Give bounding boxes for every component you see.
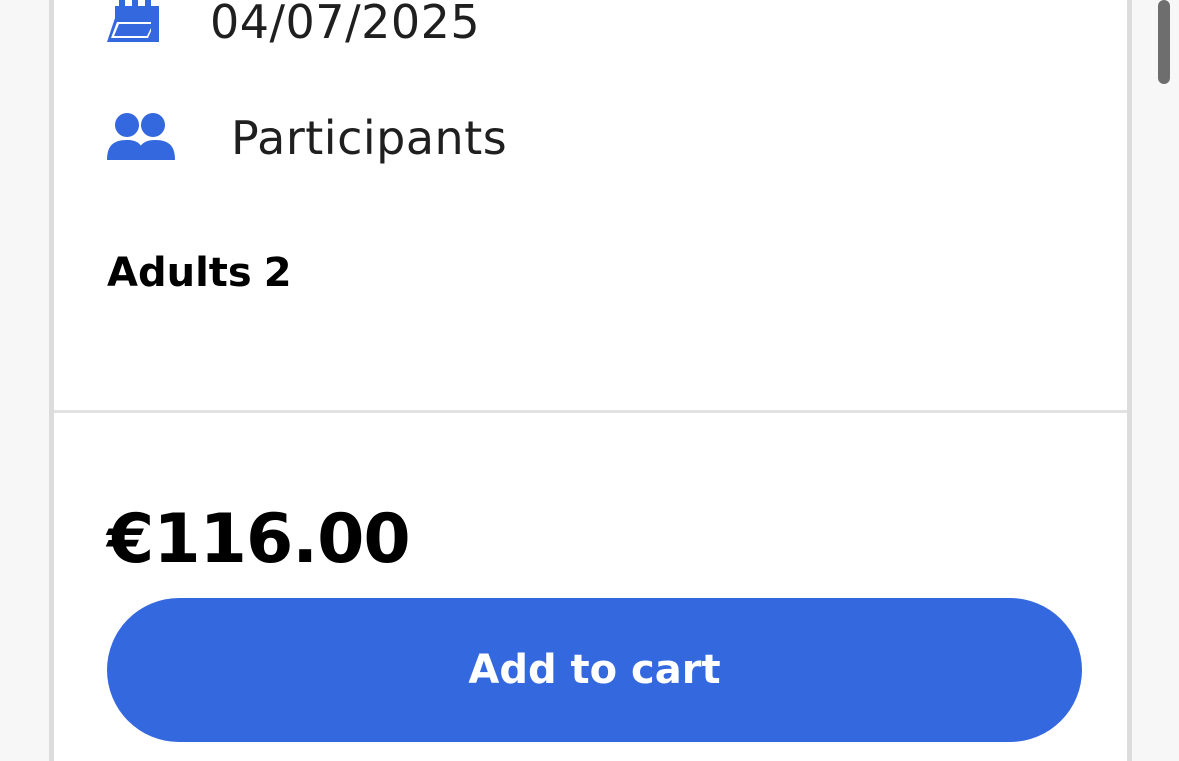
date-value: 04/07/2025 [210, 0, 481, 49]
adults-count: 2 [263, 250, 292, 296]
participants-label: Participants [231, 111, 508, 165]
page: 04/07/2025 Participants Adults 2 €116.00… [0, 0, 1179, 761]
participants-row[interactable]: Participants [107, 108, 507, 168]
adults-label: Adults [107, 250, 252, 296]
booking-card: 04/07/2025 Participants Adults 2 €116.00… [49, 0, 1132, 761]
date-row[interactable]: 04/07/2025 [107, 0, 480, 60]
section-divider [54, 410, 1127, 413]
calendar-icon [107, 0, 163, 46]
adults-summary: Adults 2 [107, 250, 292, 296]
scrollbar[interactable] [1158, 0, 1170, 84]
users-icon [107, 112, 175, 164]
total-price: €116.00 [107, 500, 411, 579]
add-to-cart-button[interactable]: Add to cart [107, 598, 1082, 742]
